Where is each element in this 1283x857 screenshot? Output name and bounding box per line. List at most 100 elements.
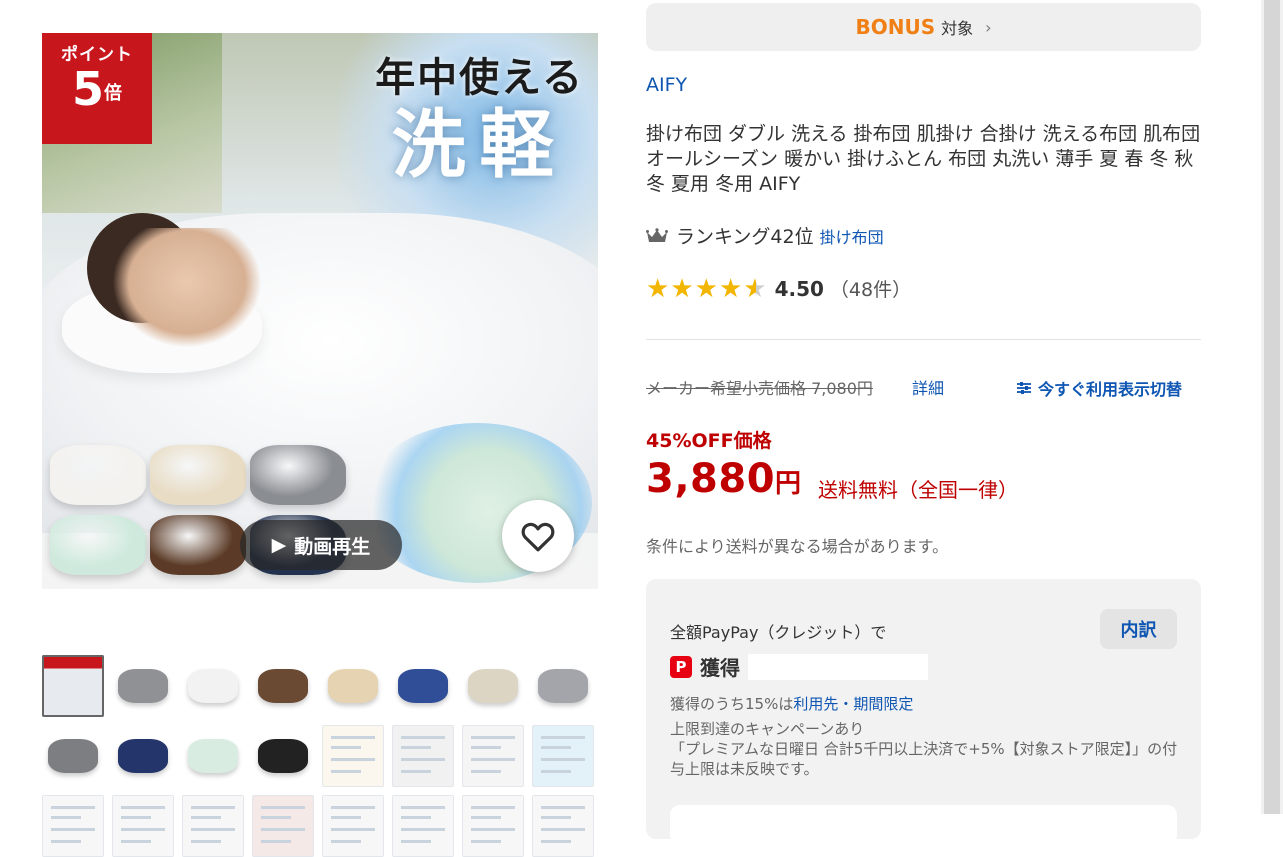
thumbnail[interactable]	[252, 725, 314, 787]
paypay-card-panel	[670, 805, 1177, 845]
thumbnail-text-line	[541, 816, 571, 819]
thumbnail-text-line	[401, 816, 431, 819]
chevron-right-icon: ›	[985, 17, 992, 37]
crown-icon	[646, 227, 668, 242]
thumbnail-text-line	[51, 816, 81, 819]
thumbnail[interactable]	[252, 655, 314, 717]
headline-line2: 洗軽	[391, 102, 568, 188]
star-icon: ★	[694, 273, 718, 304]
favorite-button[interactable]	[502, 500, 574, 572]
thumbnail-text-line	[541, 758, 585, 761]
thumbnail-text-line	[401, 840, 431, 843]
sliders-icon	[1017, 382, 1031, 394]
image-headline: 年中使える 洗軽	[375, 45, 584, 187]
play-video-label: 動画再生	[294, 535, 371, 558]
swatch	[150, 515, 246, 575]
thumbnail[interactable]	[322, 725, 384, 787]
display-switch-link[interactable]: 今すぐ利用表示切替	[1016, 376, 1182, 400]
thumbnail-text-line	[51, 828, 95, 831]
thumbnail-text-line	[191, 828, 235, 831]
swatch	[50, 445, 146, 505]
thumbnail-text-line	[121, 828, 165, 831]
star-icon: ★	[646, 273, 670, 304]
thumbnail-text-line	[541, 840, 571, 843]
sleeper-illustration	[112, 228, 262, 348]
thumbnail-text-line	[51, 840, 81, 843]
bonus-label: 対象	[941, 19, 974, 38]
sale-price: 3,880円	[646, 456, 801, 502]
thumbnail-text-line	[331, 758, 375, 761]
heart-icon	[521, 522, 555, 552]
store-name-link[interactable]: AIFY	[646, 74, 687, 96]
thumbnail-text-line	[261, 806, 305, 809]
folded-duvet-image	[188, 739, 238, 773]
discount-label: 45%OFF価格	[646, 430, 772, 452]
folded-duvet-image	[118, 669, 168, 703]
folded-duvet-image	[328, 669, 378, 703]
limited-points-link[interactable]: 利用先・期間限定	[793, 695, 913, 713]
thumbnail[interactable]	[532, 655, 594, 717]
thumbnail-text-line	[191, 806, 235, 809]
thumbnail[interactable]	[392, 795, 454, 857]
thumbnail-text-line	[401, 758, 445, 761]
thumbnail-text-line	[471, 736, 515, 739]
thumbnail[interactable]	[392, 655, 454, 717]
ranking-row: ランキング42位 掛け布団	[646, 222, 884, 249]
thumbnail[interactable]	[182, 795, 244, 857]
breakdown-button[interactable]: 内訳	[1100, 609, 1177, 649]
thumbnail-text-line	[471, 840, 501, 843]
thumbnail[interactable]	[112, 725, 174, 787]
thumbnail[interactable]	[112, 655, 174, 717]
shipping-free-label: 送料無料（全国一律）	[818, 478, 1018, 502]
thumbnail-text-line	[471, 770, 501, 773]
divider	[646, 339, 1201, 340]
thumbnail-text-line	[541, 746, 571, 749]
thumbnail-text-line	[401, 736, 445, 739]
play-video-button[interactable]: ▶ 動画再生	[240, 520, 402, 570]
ranking-category-link[interactable]: 掛け布団	[820, 224, 884, 248]
thumbnail[interactable]	[462, 725, 524, 787]
thumbnail-text-line	[471, 828, 515, 831]
review-count-link[interactable]: （48件）	[830, 275, 911, 302]
msrp-price: メーカー希望小売価格 7,080円	[646, 379, 873, 398]
thumbnail[interactable]	[182, 655, 244, 717]
campaign-detail: 「プレミアムな日曜日 合計5千円以上決済で+5%【対象ストア限定】」の付与上限は…	[670, 740, 1178, 778]
ranking-text: ランキング42位	[676, 226, 814, 248]
thumbnail[interactable]	[42, 655, 104, 717]
thumbnail-text-line	[51, 806, 95, 809]
thumbnail[interactable]	[112, 795, 174, 857]
thumbnail-text-line	[191, 816, 221, 819]
thumbnail[interactable]	[532, 795, 594, 857]
thumbnail[interactable]	[42, 795, 104, 857]
thumbnail[interactable]	[42, 725, 104, 787]
folded-duvet-image	[188, 669, 238, 703]
thumbnail-text-line	[541, 806, 585, 809]
msrp-detail-link[interactable]: 詳細	[912, 375, 944, 399]
bonus-target-banner[interactable]: BONUS 対象 ›	[646, 3, 1201, 51]
star-rating: ★ ★ ★ ★ ★	[646, 276, 767, 302]
paypay-method-text: 全額PayPay（クレジット）で	[670, 623, 887, 642]
earned-label: 獲得	[700, 656, 740, 680]
thumbnail-text-line	[471, 758, 515, 761]
thumbnail[interactable]	[252, 795, 314, 857]
thumbnail-text-line	[401, 770, 431, 773]
rating-row[interactable]: ★ ★ ★ ★ ★ 4.50 （48件）	[646, 275, 911, 302]
point-badge: ポイント 5倍	[42, 33, 152, 144]
thumbnail[interactable]	[322, 655, 384, 717]
thumbnail[interactable]	[462, 795, 524, 857]
paypay-icon: P	[670, 655, 692, 678]
thumbnail-text-line	[471, 816, 501, 819]
folded-duvet-image	[538, 669, 588, 703]
scrollbar[interactable]	[1261, 0, 1283, 814]
thumbnail[interactable]	[462, 655, 524, 717]
thumbnail[interactable]	[182, 725, 244, 787]
scrollbar-thumb[interactable]	[1264, 0, 1280, 814]
thumbnail-text-line	[331, 736, 375, 739]
thumbnail-text-line	[471, 746, 501, 749]
thumbnail-text-line	[191, 840, 221, 843]
thumbnail-text-line	[331, 840, 361, 843]
thumbnail[interactable]	[392, 725, 454, 787]
thumbnail[interactable]	[532, 725, 594, 787]
main-product-image[interactable]: ポイント 5倍 年中使える 洗軽 ▶ 動画再生	[42, 33, 598, 589]
thumbnail[interactable]	[322, 795, 384, 857]
